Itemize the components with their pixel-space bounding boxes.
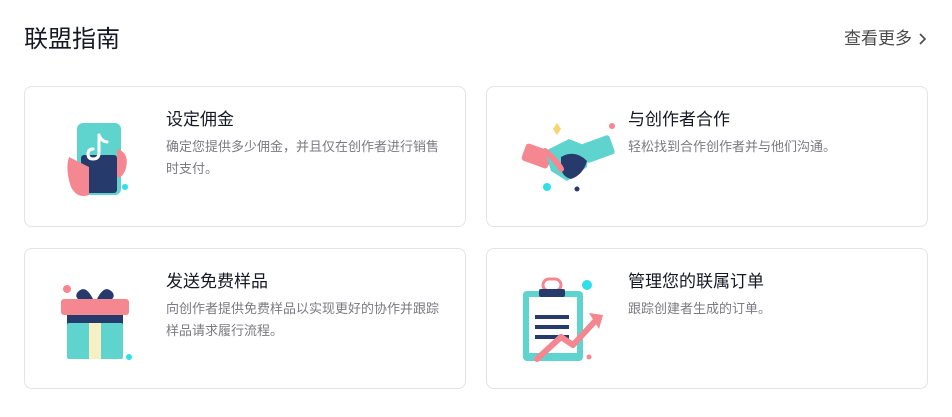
card-description: 跟踪创建者生成的订单。 (628, 302, 772, 317)
view-more-label: 查看更多 (844, 29, 912, 49)
view-more-link[interactable]: 查看更多 (844, 26, 928, 52)
chevron-right-icon (919, 33, 927, 45)
card-title: 设定佣金 (166, 110, 234, 130)
guide-card-set-commission[interactable]: 设定佣金 确定您提供多少佣金，并且仅在创作者进行销售时支付。 (24, 86, 466, 227)
section-title: 联盟指南 (24, 25, 120, 53)
card-title: 管理您的联属订单 (628, 272, 764, 292)
clipboard-chart-icon (523, 277, 603, 362)
card-description: 向创作者提供免费样品以实现更好的协作并跟踪样品请求履行流程。 (166, 302, 440, 339)
guide-card-partner-creators[interactable]: 与创作者合作 轻松找到合作创作者并与他们沟通。 (486, 86, 928, 227)
card-title: 与创作者合作 (628, 110, 730, 130)
phone-hand-icon (67, 123, 128, 196)
card-title: 发送免费样品 (166, 272, 268, 292)
section-header: 联盟指南 查看更多 (24, 22, 928, 58)
handshake-icon (521, 123, 615, 192)
guide-card-send-samples[interactable]: 发送免费样品 向创作者提供免费样品以实现更好的协作并跟踪样品请求履行流程。 (24, 248, 466, 389)
card-description: 确定您提供多少佣金，并且仅在创作者进行销售时支付。 (166, 140, 440, 177)
gift-box-icon (61, 285, 132, 360)
card-description: 轻松找到合作创作者并与他们沟通。 (628, 140, 837, 155)
guide-card-manage-orders[interactable]: 管理您的联属订单 跟踪创建者生成的订单。 (486, 248, 928, 389)
